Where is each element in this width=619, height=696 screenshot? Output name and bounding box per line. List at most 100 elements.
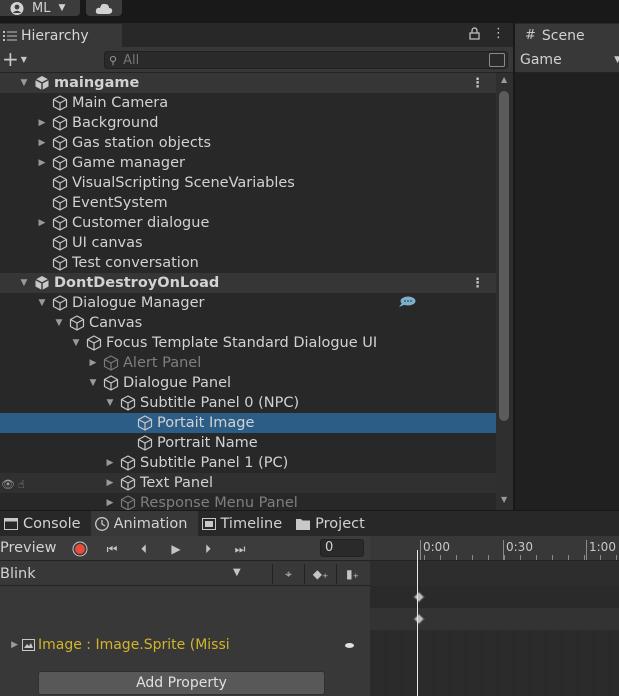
eye-icon[interactable]: 👁 (1, 478, 15, 491)
grid-icon: # (525, 28, 536, 43)
tab-console[interactable]: Console (0, 511, 91, 536)
add-event-icon[interactable]: ▮₊ (336, 564, 368, 584)
clip-row: Blink ▼ ⌖ ◆₊ ▮₊ (0, 562, 370, 586)
chevron-right-icon[interactable]: ▶ (103, 498, 117, 508)
ruler-minor-tick (520, 555, 521, 560)
cloud-button[interactable] (86, 0, 122, 16)
chevron-right-icon[interactable]: ▶ (103, 478, 117, 488)
create-dropdown-button[interactable]: + ▼ (2, 49, 27, 69)
row-label: Text Panel (140, 475, 214, 491)
dopesheet[interactable]: 0:00 0:30 1:00 (370, 536, 619, 696)
chevron-down-icon[interactable]: ▼ (17, 278, 31, 288)
hierarchy-row[interactable]: UI canvas (0, 233, 496, 253)
tab-scene[interactable]: # Scene (515, 24, 619, 47)
ruler-minor-tick (456, 555, 457, 560)
hierarchy-row[interactable]: ▼ Dialogue Panel (0, 373, 496, 393)
row-label: maingame (54, 75, 140, 91)
add-keyframe-icon[interactable]: ◆₊ (304, 564, 336, 584)
property-list: ▶ Image : Image.Sprite (Missi Add Proper… (0, 586, 370, 696)
ruler-minor-tick (600, 555, 601, 560)
chevron-right-icon[interactable]: ▶ (86, 358, 100, 368)
scene-row[interactable]: ▼ DontDestroyOnLoad ⋮ (0, 273, 496, 293)
search-field[interactable]: ⚲ (104, 51, 508, 69)
time-ruler[interactable]: 0:00 0:30 1:00 (370, 536, 619, 561)
keyframe-tools: ⌖ ◆₊ ▮₊ (272, 564, 368, 584)
hierarchy-row[interactable]: ▶ Response Menu Panel (0, 493, 496, 510)
hierarchy-search-row: + ▼ ⚲ (0, 47, 513, 73)
scene-viewport[interactable] (515, 73, 619, 510)
pick-hand-icon[interactable]: ☝ (18, 478, 25, 491)
chevron-right-icon[interactable]: ▶ (35, 118, 49, 128)
filter-selection-icon[interactable]: ⌖ (272, 564, 304, 584)
tab-timeline[interactable]: Timeline (198, 511, 293, 536)
scrollbar-thumb[interactable] (499, 91, 509, 421)
lock-icon[interactable] (469, 27, 480, 40)
chevron-down-icon[interactable]: ▼ (86, 378, 100, 388)
hierarchy-row[interactable]: ▼ Focus Template Standard Dialogue UI (0, 333, 496, 353)
hierarchy-row[interactable]: ▶ Game manager (0, 153, 496, 173)
tab-project[interactable]: Project (292, 511, 375, 536)
preview-button[interactable]: Preview (0, 540, 56, 556)
ruler-major-tick (586, 540, 587, 560)
first-key-icon[interactable]: ⏮ (100, 539, 124, 559)
search-icon: ⚲ (109, 53, 118, 67)
hierarchy-row[interactable]: ▼ Canvas (0, 313, 496, 333)
search-filter-icon[interactable] (489, 53, 505, 67)
clip-dropdown[interactable]: Blink (0, 565, 250, 583)
animation-controls: Preview ⏮ ⏴ ▶ ⏵ ⏭ 0 Blink ▼ ⌖ ◆₊ ▮₊ ▶ Im… (0, 536, 370, 696)
more-options-icon[interactable]: ⋮ (492, 27, 505, 40)
more-options-icon[interactable]: ⋮ (471, 276, 484, 291)
account-icon (10, 1, 24, 15)
hierarchy-row[interactable]: ▶ Background (0, 113, 496, 133)
hierarchy-row[interactable]: ▶ Gas station objects (0, 133, 496, 153)
chevron-down-icon[interactable]: ▼ (52, 318, 66, 328)
chevron-right-icon[interactable]: ▶ (35, 138, 49, 148)
prev-key-icon[interactable]: ⏴ (132, 539, 156, 559)
property-row[interactable]: ▶ Image : Image.Sprite (Missi (0, 634, 370, 656)
chevron-down-icon[interactable]: ▼ (103, 398, 117, 408)
ruler-minor-tick (616, 555, 617, 560)
frame-input[interactable]: 0 (320, 539, 364, 557)
chevron-right-icon[interactable]: ▶ (35, 158, 49, 168)
property-value-dot[interactable] (345, 643, 354, 648)
scroll-down-icon[interactable]: ▼ (501, 495, 507, 504)
hierarchy-row[interactable]: Main Camera (0, 93, 496, 113)
playhead[interactable] (417, 550, 418, 696)
scene-row[interactable]: ▼ maingame ⋮ (0, 73, 496, 93)
chevron-down-icon[interactable]: ▼ (35, 298, 49, 308)
chevron-down-icon[interactable]: ▼ (17, 78, 31, 88)
row-label: Canvas (89, 315, 143, 331)
hierarchy-row[interactable]: ▶ Alert Panel (0, 353, 496, 373)
hierarchy-row[interactable]: ▼ Subtitle Panel 0 (NPC) (0, 393, 496, 413)
scroll-up-icon[interactable]: ▲ (501, 75, 507, 84)
next-key-icon[interactable]: ⏵ (196, 539, 220, 559)
account-dropdown[interactable]: ML ▼ (0, 0, 80, 16)
hierarchy-row[interactable]: ▶ Subtitle Panel 1 (PC) (0, 453, 496, 473)
add-property-button[interactable]: Add Property (38, 671, 325, 695)
hierarchy-row[interactable]: ▶ Customer dialogue (0, 213, 496, 233)
hierarchy-row[interactable]: Portrait Name (0, 433, 496, 453)
hierarchy-row[interactable]: EventSystem (0, 193, 496, 213)
hierarchy-row[interactable]: Portait Image (0, 413, 496, 433)
record-icon[interactable] (68, 539, 92, 559)
row-label: DontDestroyOnLoad (54, 275, 220, 291)
hierarchy-row[interactable]: VisualScripting SceneVariables (0, 173, 496, 193)
chevron-right-icon[interactable]: ▶ (0, 640, 22, 650)
scene-view-dropdown[interactable]: Game ▼ (515, 47, 619, 73)
play-icon[interactable]: ▶ (164, 539, 188, 559)
more-options-icon[interactable]: ⋮ (471, 76, 484, 91)
chevron-right-icon[interactable]: ▶ (103, 458, 117, 468)
chevron-down-icon[interactable]: ▼ (69, 338, 83, 348)
gameobject-cube-icon (52, 175, 68, 191)
hierarchy-row[interactable]: Test conversation (0, 253, 496, 273)
hierarchy-row[interactable]: ▼ Dialogue Manager (0, 293, 496, 313)
tab-animation[interactable]: Animation (90, 511, 198, 536)
unity-scene-icon (34, 275, 50, 291)
last-key-icon[interactable]: ⏭ (228, 539, 252, 559)
ruler-minor-tick (536, 555, 537, 560)
hierarchy-row[interactable]: ▶ Text Panel (0, 473, 496, 493)
row-label: Portait Image (157, 415, 255, 431)
chevron-right-icon[interactable]: ▶ (35, 218, 49, 228)
search-input[interactable] (123, 52, 464, 68)
tab-hierarchy[interactable]: Hierarchy (0, 24, 122, 47)
